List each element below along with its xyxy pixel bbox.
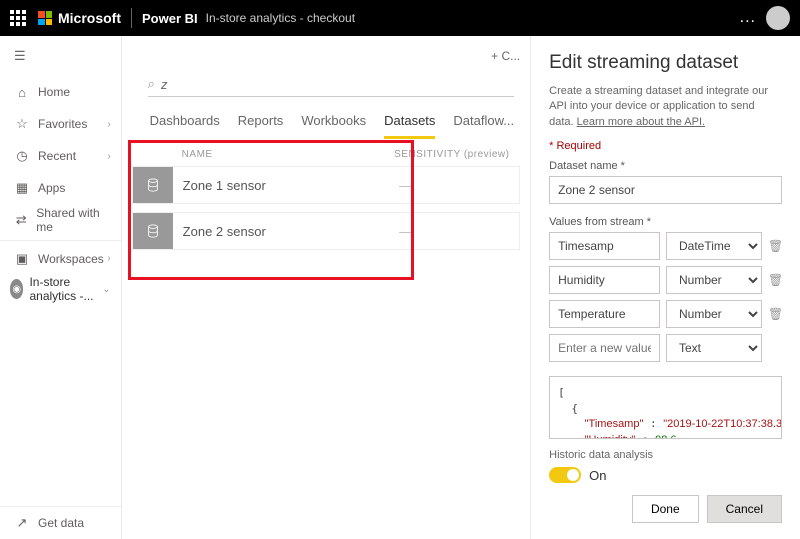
- tab-dashboards[interactable]: Dashboards: [150, 113, 220, 139]
- main-content: + C... ⌕ Dashboards Reports Workbooks Da…: [122, 36, 530, 539]
- search-box[interactable]: ⌕: [148, 76, 514, 97]
- search-icon: ⌕: [148, 76, 155, 92]
- clock-icon: ◷: [14, 148, 30, 164]
- col-sensitivity: SENSITIVITY (preview): [394, 149, 514, 160]
- search-input[interactable]: [161, 77, 514, 92]
- star-icon: ☆: [14, 116, 30, 132]
- divider: [131, 8, 132, 28]
- topbar: Microsoft Power BI In-store analytics - …: [0, 0, 800, 36]
- edit-panel: Edit streaming dataset Create a streamin…: [530, 36, 800, 539]
- required-note: * Required: [549, 140, 782, 152]
- workspaces-icon: ▣: [14, 251, 30, 267]
- home-icon: ⌂: [14, 85, 30, 100]
- toolbar: + C...: [122, 36, 530, 76]
- historic-label: Historic data analysis: [549, 449, 782, 461]
- chevron-right-icon: ›: [107, 253, 110, 264]
- workspace-badge-icon: ◉: [10, 279, 23, 299]
- brand-text: Microsoft: [58, 10, 121, 26]
- field-name-input[interactable]: [549, 266, 660, 294]
- nav-favorites[interactable]: ☆Favorites›: [0, 108, 121, 140]
- panel-description: Create a streaming dataset and integrate…: [549, 84, 782, 130]
- learn-more-link[interactable]: Learn more about the API.: [577, 116, 705, 128]
- field-name-input[interactable]: [549, 300, 660, 328]
- tab-reports[interactable]: Reports: [238, 113, 284, 139]
- new-field-input[interactable]: [549, 334, 660, 362]
- dataset-name-label: Dataset name *: [549, 160, 782, 172]
- delete-icon[interactable]: 🗑: [768, 307, 782, 321]
- apps-icon: ▦: [14, 180, 30, 196]
- column-headers: NAME SENSITIVITY (preview): [122, 139, 530, 166]
- more-icon[interactable]: ...: [740, 9, 756, 27]
- field-row: Number 🗑: [549, 300, 782, 328]
- tab-datasets[interactable]: Datasets: [384, 113, 435, 139]
- dataset-name: Zone 1 sensor: [183, 178, 399, 193]
- delete-icon[interactable]: 🗑: [768, 239, 782, 253]
- col-name: NAME: [182, 149, 394, 160]
- cancel-button[interactable]: Cancel: [707, 495, 782, 523]
- done-button[interactable]: Done: [632, 495, 699, 523]
- historic-toggle[interactable]: On: [549, 467, 782, 483]
- dataset-sensitivity: —: [399, 224, 519, 239]
- toggle-switch-icon[interactable]: [549, 467, 581, 483]
- nav-recent[interactable]: ◷Recent›: [0, 140, 121, 172]
- content-tabs: Dashboards Reports Workbooks Datasets Da…: [122, 97, 530, 139]
- new-field-row: Text 🗑: [549, 334, 782, 362]
- chevron-right-icon: ›: [107, 151, 110, 162]
- dataset-sensitivity: —: [399, 178, 519, 193]
- nav-shared[interactable]: ⇄Shared with me: [0, 204, 121, 236]
- dataset-name: Zone 2 sensor: [183, 224, 399, 239]
- microsoft-logo: Microsoft: [38, 10, 121, 26]
- values-label: Values from stream *: [549, 216, 782, 228]
- workspace-context: In-store analytics - checkout: [206, 11, 355, 25]
- field-name-input[interactable]: [549, 232, 660, 260]
- dataset-icon: [133, 167, 173, 203]
- nav-apps[interactable]: ▦Apps: [0, 172, 121, 204]
- shared-icon: ⇄: [14, 212, 28, 228]
- field-row: Number 🗑: [549, 266, 782, 294]
- left-nav: ☰ ⌂Home ☆Favorites› ◷Recent› ▦Apps ⇄Shar…: [0, 36, 122, 539]
- app-launcher-icon[interactable]: [10, 10, 26, 26]
- json-preview: [ { "Timesamp" : "2019-10-22T10:37:38.36…: [549, 376, 782, 439]
- delete-icon[interactable]: 🗑: [768, 273, 782, 287]
- field-type-select[interactable]: DateTime: [666, 232, 762, 260]
- dataset-row[interactable]: Zone 2 sensor —: [132, 212, 520, 250]
- product-name: Power BI: [142, 11, 198, 26]
- dataset-row[interactable]: Zone 1 sensor —: [132, 166, 520, 204]
- new-field-type-select[interactable]: Text: [666, 334, 762, 362]
- field-type-select[interactable]: Number: [666, 266, 762, 294]
- field-type-select[interactable]: Number: [666, 300, 762, 328]
- download-icon: ↗: [14, 515, 30, 531]
- tab-dataflows[interactable]: Dataflow...: [453, 113, 514, 139]
- dataset-name-input[interactable]: [549, 176, 782, 204]
- nav-get-data[interactable]: ↗Get data: [0, 507, 121, 539]
- nav-home[interactable]: ⌂Home: [0, 76, 121, 108]
- dataset-icon: [133, 213, 173, 249]
- nav-workspaces[interactable]: ▣Workspaces›: [0, 240, 121, 272]
- hamburger-icon[interactable]: ☰: [0, 36, 121, 76]
- avatar[interactable]: [766, 6, 790, 30]
- chevron-down-icon: ⌄: [102, 284, 110, 295]
- toggle-state: On: [589, 468, 606, 483]
- current-workspace[interactable]: ◉In-store analytics -...⌄: [0, 272, 121, 306]
- field-row: DateTime 🗑: [549, 232, 782, 260]
- create-button[interactable]: + C...: [491, 49, 520, 63]
- chevron-right-icon: ›: [107, 119, 110, 130]
- panel-title: Edit streaming dataset: [549, 52, 782, 74]
- tab-workbooks[interactable]: Workbooks: [301, 113, 366, 139]
